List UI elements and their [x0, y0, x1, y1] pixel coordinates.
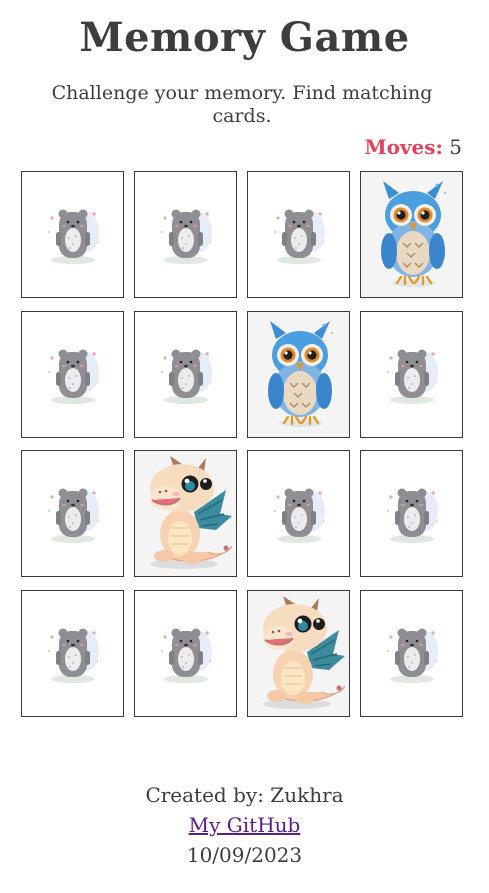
footer: Created by: Zukhra My GitHub 10/09/2023	[0, 780, 489, 870]
owl-icon	[367, 177, 457, 293]
footer-date: 10/09/2023	[186, 843, 303, 867]
card-hidden[interactable]	[134, 311, 237, 438]
bear-icon	[40, 481, 106, 547]
card-hidden[interactable]	[134, 590, 237, 717]
card-hidden[interactable]	[21, 450, 124, 577]
card-hidden[interactable]	[247, 450, 350, 577]
card-revealed[interactable]	[247, 590, 350, 717]
bear-icon	[153, 621, 219, 687]
card-hidden[interactable]	[360, 450, 463, 577]
bear-icon	[379, 621, 445, 687]
card-hidden[interactable]	[21, 171, 124, 298]
created-by-text: Created by: Zukhra	[145, 783, 344, 807]
dragon-icon	[136, 454, 236, 574]
bear-icon	[266, 481, 332, 547]
bear-icon	[379, 342, 445, 408]
card-hidden[interactable]	[21, 590, 124, 717]
moves-value: 5	[449, 135, 462, 159]
moves-counter: Moves: 5	[364, 135, 462, 159]
bear-icon	[266, 202, 332, 268]
card-revealed[interactable]	[247, 311, 350, 438]
bear-icon	[153, 342, 219, 408]
card-hidden[interactable]	[247, 171, 350, 298]
bear-icon	[40, 621, 106, 687]
bear-icon	[40, 202, 106, 268]
card-hidden[interactable]	[360, 590, 463, 717]
github-link[interactable]: My GitHub	[189, 813, 301, 837]
card-revealed[interactable]	[360, 171, 463, 298]
dragon-icon	[249, 594, 349, 714]
bear-icon	[379, 481, 445, 547]
card-hidden[interactable]	[360, 311, 463, 438]
card-hidden[interactable]	[21, 311, 124, 438]
moves-label: Moves:	[364, 135, 443, 159]
bear-icon	[40, 342, 106, 408]
page-subtitle: Challenge your memory. Find matching car…	[51, 82, 433, 127]
game-board	[21, 171, 463, 717]
card-revealed[interactable]	[134, 450, 237, 577]
bear-icon	[153, 202, 219, 268]
card-hidden[interactable]	[134, 171, 237, 298]
page-title: Memory Game	[79, 14, 410, 61]
owl-icon	[254, 317, 344, 433]
